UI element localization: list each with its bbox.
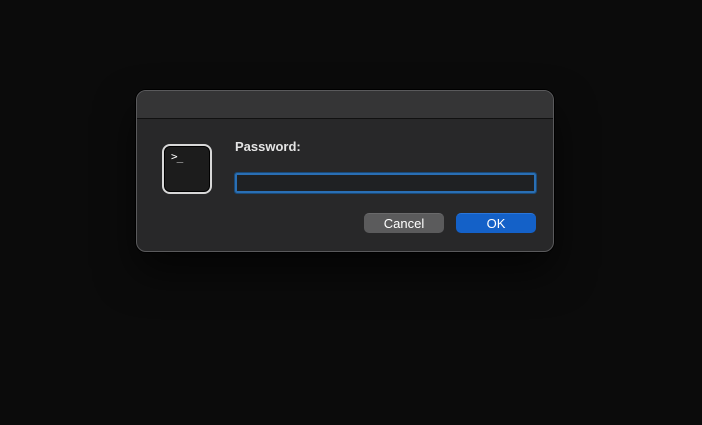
ok-button[interactable]: OK: [456, 213, 536, 233]
password-input[interactable]: [234, 172, 537, 194]
cancel-button[interactable]: Cancel: [364, 213, 444, 233]
password-dialog: >_ Password: Cancel OK: [136, 90, 554, 252]
prompt-glyph: >_: [171, 150, 183, 163]
desktop: >_ Password: Cancel OK: [0, 0, 702, 425]
terminal-icon: >_: [162, 144, 212, 194]
terminal-icon-screen: >_: [164, 146, 210, 192]
password-label: Password:: [235, 139, 301, 154]
dialog-titlebar[interactable]: [137, 91, 553, 119]
